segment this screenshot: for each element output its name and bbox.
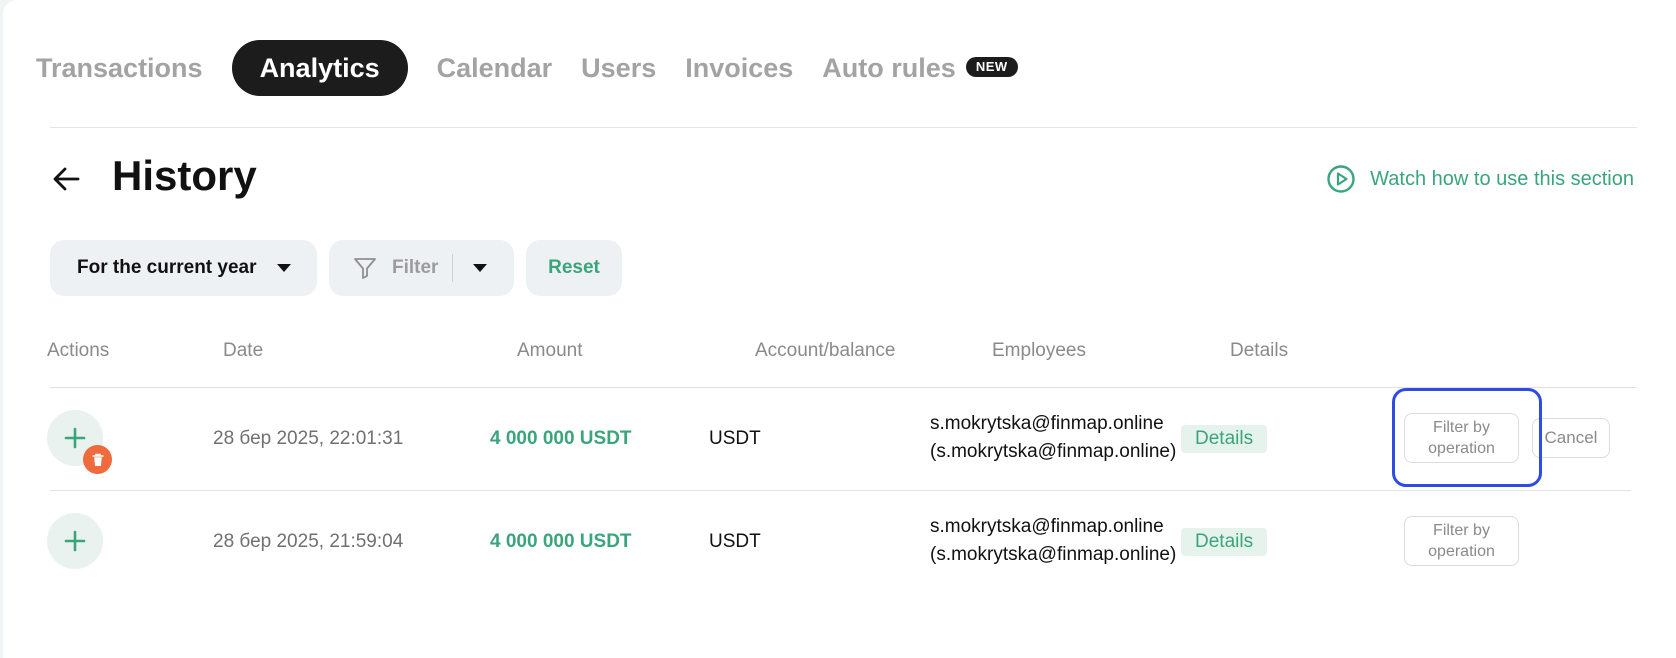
row-amount: 4 000 000 USDT	[490, 428, 632, 449]
employee-name: (s.mokrytska@finmap.online)	[930, 441, 1177, 462]
main-panel: Transactions Analytics Calendar Users In…	[3, 0, 1676, 658]
period-label: For the current year	[77, 257, 257, 278]
deleted-status-badge	[83, 445, 112, 474]
employee-email: s.mokrytska@finmap.online	[930, 516, 1164, 537]
table-divider	[50, 387, 1637, 388]
row-divider	[50, 490, 1631, 491]
play-circle-icon	[1327, 165, 1355, 193]
tab-analytics[interactable]: Analytics	[231, 40, 408, 96]
plus-icon	[64, 530, 86, 552]
trash-icon	[91, 453, 104, 466]
details-button[interactable]: Details	[1181, 528, 1268, 556]
filter-separator	[452, 254, 454, 282]
filter-label: Filter	[392, 257, 439, 278]
chevron-down-icon[interactable]	[473, 264, 488, 272]
back-button[interactable]	[50, 162, 84, 196]
row-date: 28 бер 2025, 22:01:31	[213, 428, 404, 449]
row-date: 28 бер 2025, 21:59:04	[213, 531, 404, 552]
column-header-amount: Amount	[517, 340, 583, 361]
page-title: History	[112, 152, 257, 199]
employee-email: s.mokrytska@finmap.online	[930, 413, 1164, 434]
filter-by-operation-button[interactable]: Filter by operation	[1404, 516, 1519, 566]
chevron-down-icon	[276, 264, 291, 272]
filter-by-operation-button[interactable]: Filter by operation	[1404, 413, 1519, 463]
tab-transactions[interactable]: Transactions	[36, 40, 203, 96]
row-account: USDT	[709, 428, 761, 449]
filter-button[interactable]: Filter	[329, 240, 514, 296]
watch-tutorial-label: Watch how to use this section	[1370, 167, 1634, 190]
row-employee: s.mokrytska@finmap.online (s.mokrytska@f…	[930, 410, 1176, 466]
details-button[interactable]: Details	[1181, 425, 1268, 453]
row-account: USDT	[709, 531, 761, 552]
row-amount: 4 000 000 USDT	[490, 531, 632, 552]
column-header-details: Details	[1230, 340, 1289, 361]
cancel-button[interactable]: Cancel	[1532, 418, 1610, 458]
plus-icon	[64, 427, 86, 449]
add-button[interactable]	[47, 513, 103, 569]
tab-users[interactable]: Users	[581, 40, 656, 96]
filter-by-operation-line1: Filter by	[1433, 419, 1490, 436]
tab-auto-rules-label: Auto rules	[822, 53, 956, 83]
reset-button[interactable]: Reset	[526, 240, 622, 296]
filter-by-operation-line2: operation	[1428, 440, 1495, 457]
new-badge: NEW	[965, 56, 1018, 77]
tab-invoices[interactable]: Invoices	[685, 40, 793, 96]
filter-by-operation-line2: operation	[1428, 543, 1495, 560]
funnel-icon	[354, 258, 376, 279]
filter-by-operation-line1: Filter by	[1433, 522, 1490, 539]
tab-calendar[interactable]: Calendar	[437, 40, 553, 96]
column-header-actions: Actions	[47, 340, 110, 361]
column-header-account: Account/balance	[755, 340, 896, 361]
employee-name: (s.mokrytska@finmap.online)	[930, 544, 1177, 565]
period-dropdown[interactable]: For the current year	[50, 240, 317, 296]
header-divider	[50, 127, 1637, 128]
column-header-date: Date	[223, 340, 264, 361]
watch-tutorial-link[interactable]: Watch how to use this section	[1326, 164, 1634, 194]
row-employee: s.mokrytska@finmap.online (s.mokrytska@f…	[930, 513, 1176, 569]
arrow-left-icon	[53, 167, 80, 191]
tab-auto-rules[interactable]: Auto rules NEW	[822, 40, 1018, 96]
tab-bar: Transactions Analytics Calendar Users In…	[36, 40, 1047, 96]
column-header-employees: Employees	[992, 340, 1086, 361]
